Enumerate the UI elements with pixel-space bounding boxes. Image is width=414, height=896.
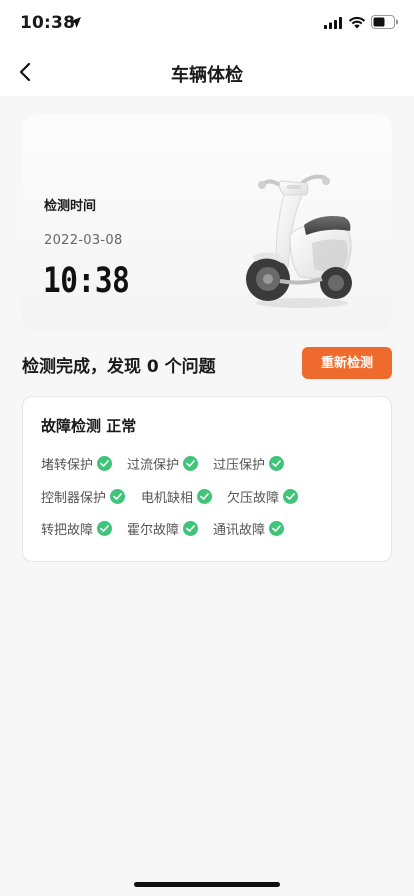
fault-item-label: 通讯故障: [213, 522, 266, 538]
fault-check-title: 故障检测 正常: [41, 417, 137, 435]
fault-item: 电机缺相: [141, 486, 213, 506]
fault-check-card: 故障检测 正常 堵转保护 过流保护 过压保护控制器保护 电机缺相 欠压故障转把故障 霍尔故…: [22, 396, 392, 562]
scooter-illustration: [246, 174, 352, 308]
status-bar: 10:38: [0, 0, 414, 48]
fault-item: 霍尔故障: [127, 518, 199, 538]
check-date: 2022-03-08: [44, 233, 123, 248]
recheck-button[interactable]: 重新检测: [302, 347, 392, 379]
fault-item: 过压保护: [213, 453, 285, 473]
fault-item-label: 过压保护: [213, 457, 266, 473]
check-circle-icon: [269, 520, 285, 536]
fault-item-label: 电机缺相: [141, 490, 194, 506]
fault-item-label: 控制器保护: [41, 490, 107, 506]
check-circle-icon: [97, 455, 113, 471]
check-info-card: 检测时间 2022-03-08 10:38: [22, 115, 392, 330]
fault-item-label: 欠压故障: [227, 490, 280, 506]
check-circle-icon: [183, 520, 199, 536]
check-circle-icon: [283, 488, 299, 504]
check-time-label: 检测时间: [44, 199, 97, 214]
wifi-icon: [348, 16, 366, 29]
battery-icon: [371, 15, 398, 29]
fault-item: 转把故障: [41, 518, 113, 538]
check-time: 10:38: [43, 261, 130, 301]
check-circle-icon: [197, 488, 213, 504]
page-title: 车辆体检: [171, 65, 243, 86]
fault-item-label: 过流保护: [127, 457, 180, 473]
fault-item: 欠压故障: [227, 486, 299, 506]
cellular-signal-icon: [324, 17, 342, 29]
fault-item: 过流保护: [127, 453, 199, 473]
fault-item-label: 霍尔故障: [127, 522, 180, 538]
fault-item: 控制器保护: [41, 486, 126, 506]
location-arrow-icon: [70, 17, 81, 28]
check-circle-icon: [97, 520, 113, 536]
nav-bar: 车辆体检: [0, 48, 414, 96]
fault-item: 通讯故障: [213, 518, 285, 538]
home-indicator: [134, 882, 280, 887]
check-result-summary: 检测完成，发现 0 个问题: [22, 357, 216, 377]
fault-item-label: 堵转保护: [41, 457, 94, 473]
check-circle-icon: [183, 455, 199, 471]
fault-item: 堵转保护: [41, 453, 113, 473]
status-time: 10:38: [20, 13, 76, 33]
check-circle-icon: [110, 488, 126, 504]
fault-item-label: 转把故障: [41, 522, 94, 538]
check-circle-icon: [269, 455, 285, 471]
